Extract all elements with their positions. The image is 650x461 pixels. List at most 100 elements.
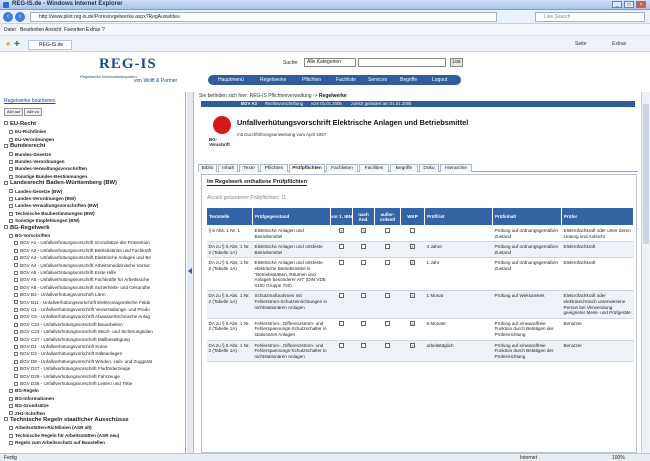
checkbox[interactable]: [361, 293, 366, 299]
tree-node[interactable]: ZH1-Schriften: [4, 410, 45, 417]
tree-node[interactable]: BGV D1 - Unfallverhütungsvorschrift Kran…: [4, 343, 108, 350]
tree-toggle-icon[interactable]: [9, 411, 13, 416]
tree-node[interactable]: BGV C23 - Unfallverhütungsvorschrift Wac…: [4, 328, 153, 335]
tree-toggle-icon[interactable]: [14, 270, 18, 275]
tree-node[interactable]: Regeln zum Arbeitsschutz auf Baustellen: [4, 439, 105, 446]
tab-pflichten[interactable]: Pflichten: [260, 164, 288, 172]
col-pruefer[interactable]: Prüfer: [561, 207, 634, 226]
collapse-arrow-icon[interactable]: [188, 268, 192, 274]
col-pruefinhalt[interactable]: Prüfinhalt: [492, 207, 562, 226]
nav-fachliste[interactable]: Fachliste: [336, 77, 356, 83]
menu-help[interactable]: ?: [102, 27, 105, 33]
tab-pruefpflichten[interactable]: Prüfpflichten: [289, 164, 325, 173]
checkbox[interactable]: [361, 260, 366, 266]
checkbox[interactable]: ×: [410, 320, 415, 326]
tab-begriffe[interactable]: Begriffe: [390, 164, 418, 172]
table-row[interactable]: DA zu § 5 Abs. 1 Nr. 2 (Tabelle 1A) Elekt…: [206, 257, 634, 292]
url-field[interactable]: http://www.pilot.reg-is.de/Pores/regelwe…: [30, 12, 497, 22]
tree-toggle-icon[interactable]: [9, 396, 13, 401]
tab-doku[interactable]: Doku: [419, 164, 439, 172]
tree-toggle-icon[interactable]: [9, 440, 13, 445]
tree-toggle-icon[interactable]: [14, 337, 18, 342]
tree-node[interactable]: BGV A8 - Unfallverhütungsvorschrift Sich…: [4, 284, 150, 291]
checkbox[interactable]: [361, 320, 366, 326]
tree-toggle-icon[interactable]: [14, 278, 18, 283]
tree-node[interactable]: Sonstige Empfehlungen (BW): [4, 217, 80, 224]
tree-toggle-icon[interactable]: [9, 130, 13, 135]
tree-node[interactable]: BGV B3 - Unfallverhütungsvorschrift Lärm: [4, 291, 106, 298]
checkbox[interactable]: [410, 228, 415, 233]
maximize-button[interactable]: □: [624, 1, 634, 8]
tree-toggle-icon[interactable]: [9, 211, 13, 216]
menu-favoriten[interactable]: Favoriten: [64, 27, 85, 33]
scroll-thumb[interactable]: [643, 104, 649, 244]
tree-node[interactable]: BGV D8 - Unfallverhütungsvorschrift Wind…: [4, 358, 152, 365]
col-pruefgegenstand[interactable]: Prüfgegenstand: [252, 207, 331, 226]
search-go-button[interactable]: Los: [450, 58, 463, 67]
tree-node[interactable]: BGV A5 - Unfallverhütungsvorschrift Erst…: [4, 269, 116, 276]
breadcrumb-current[interactable]: Regelwerke: [319, 93, 347, 99]
pane-splitter[interactable]: [187, 92, 194, 453]
menu-ansicht[interactable]: Ansicht: [45, 27, 61, 33]
minimize-button[interactable]: _: [612, 1, 622, 8]
tab-inhalt[interactable]: Inhalt: [218, 164, 238, 172]
tree-node[interactable]: BGV A4 - Unfallverhütungsvorschrift Arbe…: [4, 262, 150, 269]
tree-toggle-icon[interactable]: [14, 263, 18, 268]
tree-node[interactable]: BGV A2 - Unfallverhütungsvorschrift Betr…: [4, 247, 151, 254]
checkbox[interactable]: [361, 342, 366, 348]
col-nach-aend[interactable]: nach Änd.: [352, 207, 375, 226]
nav-logout[interactable]: Logout: [432, 77, 447, 83]
nav-pflichten[interactable]: Pflichten: [302, 77, 321, 83]
tree-toggle-icon[interactable]: [9, 426, 13, 431]
tree-toggle-icon[interactable]: [4, 225, 8, 230]
tree-node[interactable]: Bundes-Verordnungen: [4, 158, 65, 165]
tab-facilities[interactable]: Facilities: [359, 164, 389, 172]
tree-node[interactable]: BGV C5 - Unfallverhütungsvorschrift Abwa…: [4, 313, 150, 320]
tree-toggle-icon[interactable]: [14, 285, 18, 290]
tree-node[interactable]: BGV C27 - Unfallverhütungsvorschrift Mül…: [4, 336, 130, 343]
menu-extras[interactable]: Extras: [86, 27, 100, 33]
checkbox[interactable]: [385, 244, 390, 250]
tree-node[interactable]: EU-Recht: [4, 121, 36, 128]
tree-toggle-icon[interactable]: [14, 352, 18, 357]
tree-node[interactable]: Technische Baubestimmungen (BW): [4, 210, 95, 217]
tree-node[interactable]: BGV A1 - Unfallverhütungsvorschrift Grun…: [4, 239, 150, 246]
tree-toggle-icon[interactable]: [14, 374, 18, 379]
close-button[interactable]: ×: [636, 1, 646, 8]
checkbox[interactable]: [339, 342, 344, 348]
tree-toggle-icon[interactable]: [9, 389, 13, 394]
tree-toggle-icon[interactable]: [14, 381, 18, 386]
nav-regelwerke[interactable]: Regelwerke: [260, 77, 286, 83]
table-row[interactable]: DA zu § 5 Abs. 1 Nr. 2 (Tabelle 1A) Fehle…: [206, 340, 634, 363]
table-row[interactable]: § 5 Abs. 1 Nr. 1 Elektrische Anlagen und …: [206, 225, 634, 243]
tree-toggle-icon[interactable]: [9, 433, 13, 438]
tree-toggle-icon[interactable]: [14, 315, 18, 320]
tree-node[interactable]: BGV A3 - Unfallverhütungsvorschrift Elek…: [4, 254, 151, 261]
tools-menu[interactable]: Extras: [612, 41, 626, 47]
expand-all-button[interactable]: Alle auf: [4, 108, 24, 116]
col-textstelle[interactable]: Textstelle: [206, 207, 253, 226]
checkbox[interactable]: [385, 342, 390, 348]
checkbox[interactable]: [339, 260, 344, 266]
col-ausserordentl[interactable]: außer-ordentl: [374, 207, 401, 226]
checkbox[interactable]: ×: [410, 244, 415, 250]
tree-toggle-icon[interactable]: [9, 159, 13, 164]
tree-toggle-icon[interactable]: [9, 233, 13, 238]
tree-node[interactable]: BGV D36 - Unfallverhütungsvorschrift Lei…: [4, 380, 132, 387]
site-logo[interactable]: REG-IS Regelwerks Informationssystem von…: [72, 55, 192, 84]
checkbox[interactable]: ×: [410, 293, 415, 299]
tree-node[interactable]: BGV D27 - Unfallverhütungsvorschrift Flu…: [4, 365, 130, 372]
tree-toggle-icon[interactable]: [14, 366, 18, 371]
tree-toggle-icon[interactable]: [9, 204, 13, 209]
tree-toggle-icon[interactable]: [4, 121, 8, 126]
tree-node[interactable]: BG-Vorschriften: [4, 232, 50, 239]
tree-node[interactable]: BGV C1 - Unfallverhütungsvorschrift Vera…: [4, 306, 150, 313]
checkbox[interactable]: [385, 320, 390, 326]
col-vor-ibn[interactable]: vor 1. IBN: [330, 207, 353, 226]
tree-node[interactable]: Bundesrecht: [4, 143, 45, 150]
tree-toggle-icon[interactable]: [9, 196, 13, 201]
tree-node[interactable]: BG-Informationen: [4, 395, 54, 402]
col-wkp[interactable]: WKP: [400, 207, 425, 226]
tree-node[interactable]: BG-Grundsätze: [4, 402, 49, 409]
checkbox[interactable]: ×: [410, 342, 415, 348]
